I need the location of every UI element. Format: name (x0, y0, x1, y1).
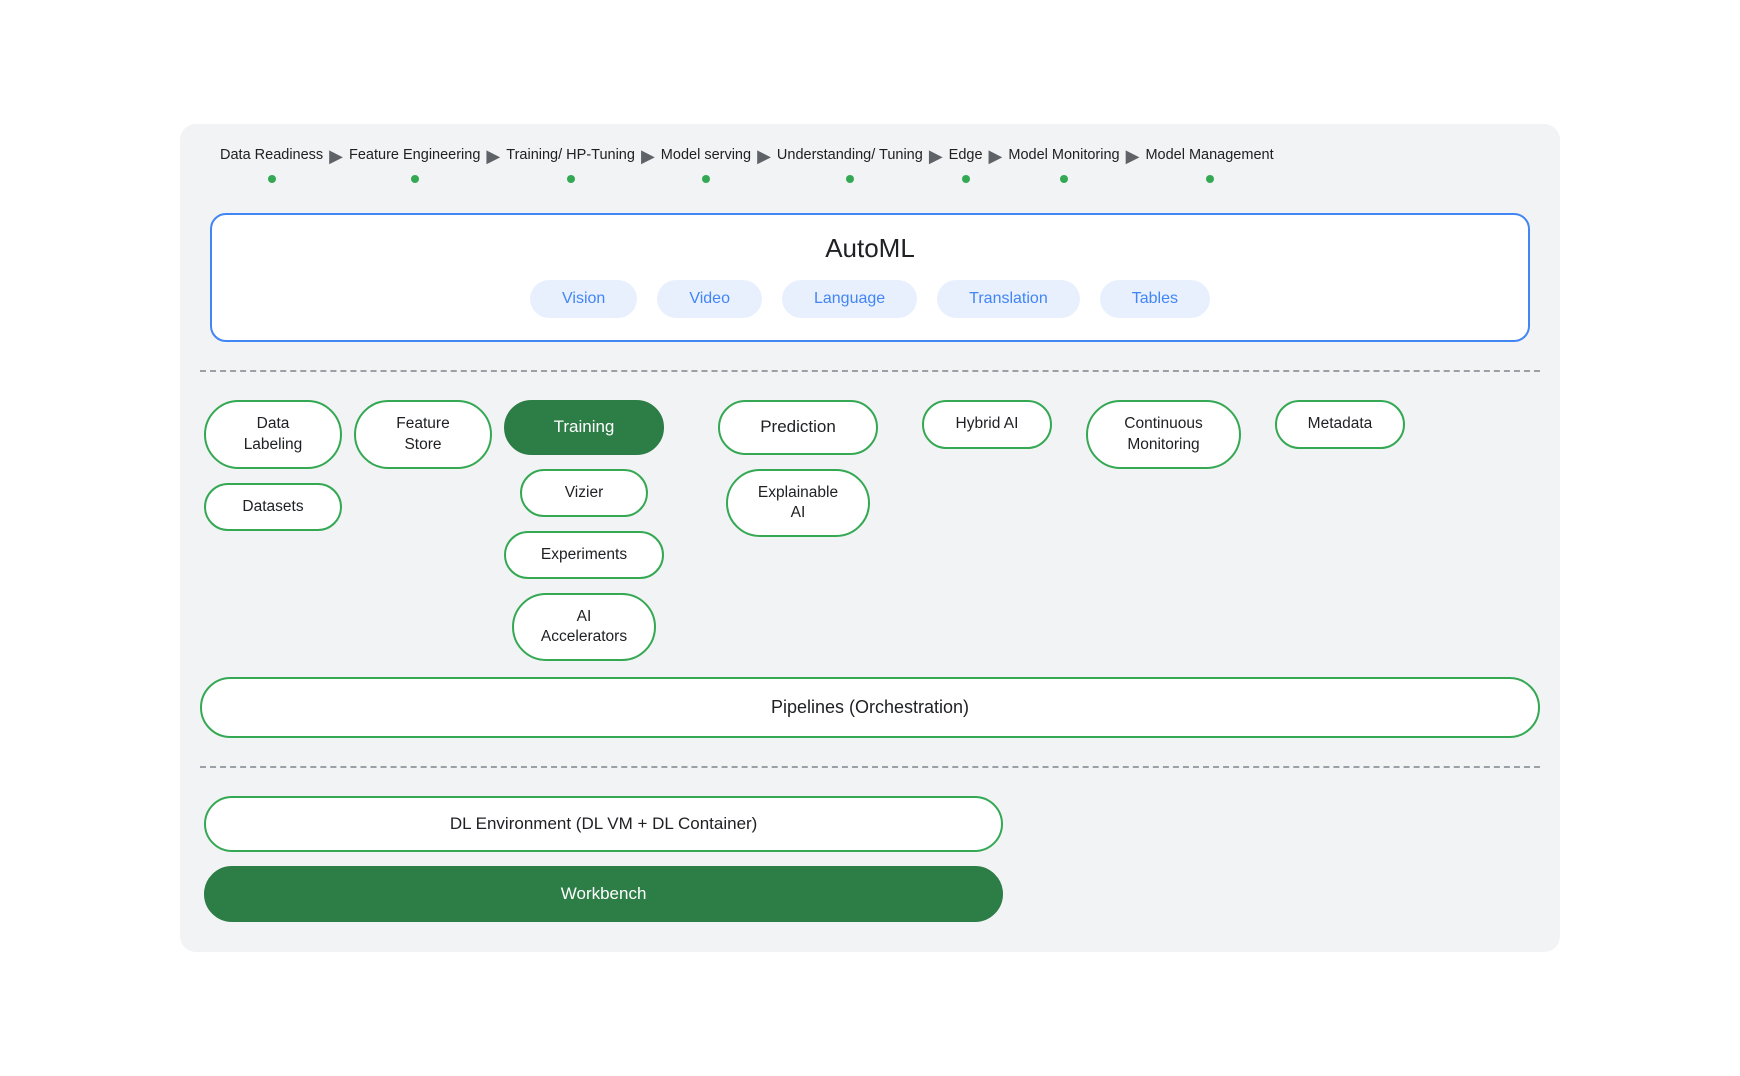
step-label-training-hp: Training/ HP-Tuning (506, 146, 635, 184)
pill-training: Training (504, 400, 664, 454)
automl-pill-translation: Translation (937, 280, 1080, 318)
step-label-feature-engineering: Feature Engineering (349, 146, 480, 184)
arrow-1: ▶ (323, 147, 349, 183)
pill-vizier: Vizier (520, 469, 648, 517)
arrow-4: ▶ (751, 147, 777, 183)
automl-pills: Vision Video Language Translation Tables (240, 280, 1500, 318)
col-data: DataLabeling Datasets (204, 400, 342, 530)
divider-2 (200, 766, 1540, 768)
arrow-2: ▶ (480, 147, 506, 183)
automl-pill-tables: Tables (1100, 280, 1210, 318)
step-understanding: Understanding/ Tuning (777, 146, 923, 184)
content-area: AutoML Vision Video Language Translation… (200, 213, 1540, 922)
step-label-edge: Edge (949, 146, 983, 184)
col-training: Training Vizier Experiments AIAccelerato… (504, 400, 664, 661)
col-feature: FeatureStore (354, 400, 492, 468)
pill-pipelines-orchestration: Pipelines (Orchestration) (200, 677, 1540, 738)
automl-pill-video: Video (657, 280, 762, 318)
step-model-management: Model Management (1145, 146, 1273, 184)
automl-section: AutoML Vision Video Language Translation… (210, 213, 1530, 342)
main-items-area: DataLabeling Datasets FeatureStore Train… (200, 400, 1540, 661)
step-data-readiness: Data Readiness (220, 146, 323, 184)
pill-explainable-ai: ExplainableAI (726, 469, 870, 537)
arrow-5: ▶ (923, 147, 949, 183)
arrow-3: ▶ (635, 147, 661, 183)
automl-pill-vision: Vision (530, 280, 637, 318)
step-feature-engineering: Feature Engineering (349, 146, 480, 184)
pill-hybrid-ai: Hybrid AI (922, 400, 1052, 448)
step-model-monitoring: Model Monitoring (1008, 146, 1119, 184)
main-diagram: Data Readiness ▶ Feature Engineering ▶ T… (180, 124, 1560, 952)
pill-data-labeling: DataLabeling (204, 400, 342, 468)
step-model-serving: Model serving (661, 146, 751, 184)
col-prediction: Prediction ExplainableAI (718, 400, 878, 536)
col-monitoring: ContinuousMonitoring (1086, 400, 1241, 468)
step-edge: Edge (949, 146, 983, 184)
pill-datasets: Datasets (204, 483, 342, 531)
pill-workbench: Workbench (204, 866, 1003, 922)
col-metadata: Metadata (1275, 400, 1405, 448)
pipeline-header: Data Readiness ▶ Feature Engineering ▶ T… (180, 124, 1560, 184)
step-label-model-serving: Model serving (661, 146, 751, 184)
pill-ai-accelerators: AIAccelerators (512, 593, 656, 661)
arrow-7: ▶ (1120, 147, 1146, 183)
pill-feature-store: FeatureStore (354, 400, 492, 468)
pill-dl-environment: DL Environment (DL VM + DL Container) (204, 796, 1003, 852)
pill-metadata: Metadata (1275, 400, 1405, 448)
step-label-understanding: Understanding/ Tuning (777, 146, 923, 184)
pill-continuous-monitoring: ContinuousMonitoring (1086, 400, 1241, 468)
col-hybrid: Hybrid AI (922, 400, 1052, 448)
pill-prediction: Prediction (718, 400, 878, 454)
automl-pill-language: Language (782, 280, 917, 318)
arrow-6: ▶ (983, 147, 1009, 183)
step-label-model-management: Model Management (1145, 146, 1273, 184)
step-label-model-monitoring: Model Monitoring (1008, 146, 1119, 184)
step-training-hp: Training/ HP-Tuning (506, 146, 635, 184)
automl-title: AutoML (240, 233, 1500, 264)
pill-experiments: Experiments (504, 531, 664, 579)
step-label-data-readiness: Data Readiness (220, 146, 323, 184)
divider-1 (200, 370, 1540, 372)
bottom-section: DL Environment (DL VM + DL Container) Wo… (200, 796, 1540, 922)
